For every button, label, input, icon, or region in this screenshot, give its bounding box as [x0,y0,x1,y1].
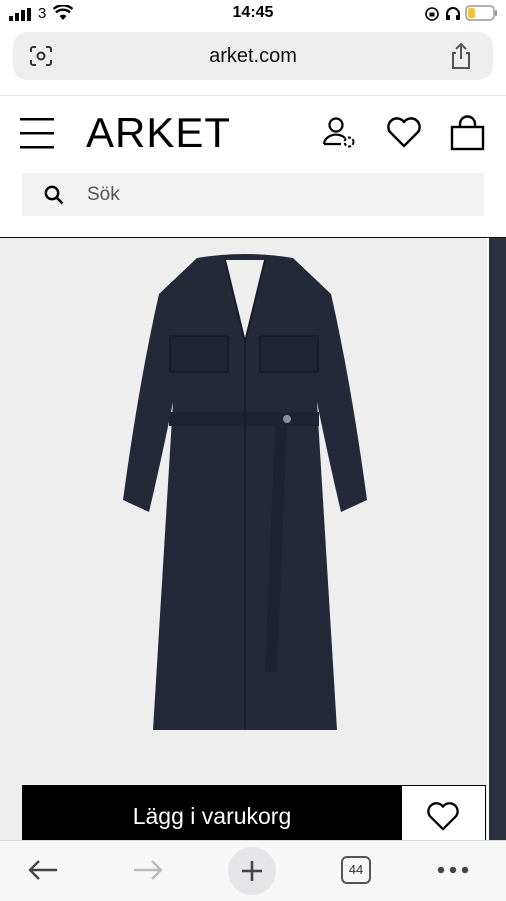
new-tab-icon [242,861,262,881]
status-bar: 3 14:45 [0,0,506,30]
favorite-button[interactable] [402,786,485,846]
menu-icon[interactable] [20,116,56,150]
url-text[interactable]: arket.com [13,45,493,68]
search-placeholder: Sök [87,184,120,205]
product-image[interactable] [0,238,487,840]
forward-icon[interactable] [132,859,164,881]
more-icon[interactable] [437,866,469,874]
address-bar[interactable]: arket.com [13,32,493,80]
search-field[interactable]: Sök [22,173,484,216]
battery-icon [465,5,497,21]
browser-toolbar: 44 [0,840,506,901]
account-icon[interactable] [321,116,357,150]
dress-illustration [123,254,367,730]
headphones-icon [446,7,460,20]
site-header: ARKET Sök [0,95,506,241]
purchase-bar: Lägg i varukorg [22,785,486,847]
tab-switcher[interactable]: 44 [341,856,371,884]
search-icon [44,185,64,205]
site-logo[interactable]: ARKET [86,109,231,157]
share-icon[interactable] [449,42,473,70]
back-icon[interactable] [27,859,59,881]
next-product-image[interactable] [489,238,506,840]
add-to-cart-button[interactable]: Lägg i varukorg [23,786,401,846]
new-tab-button[interactable] [228,847,276,895]
bag-icon[interactable] [450,115,486,151]
heart-icon [427,802,459,831]
orientation-lock-icon [425,7,439,21]
wishlist-icon[interactable] [386,117,422,149]
